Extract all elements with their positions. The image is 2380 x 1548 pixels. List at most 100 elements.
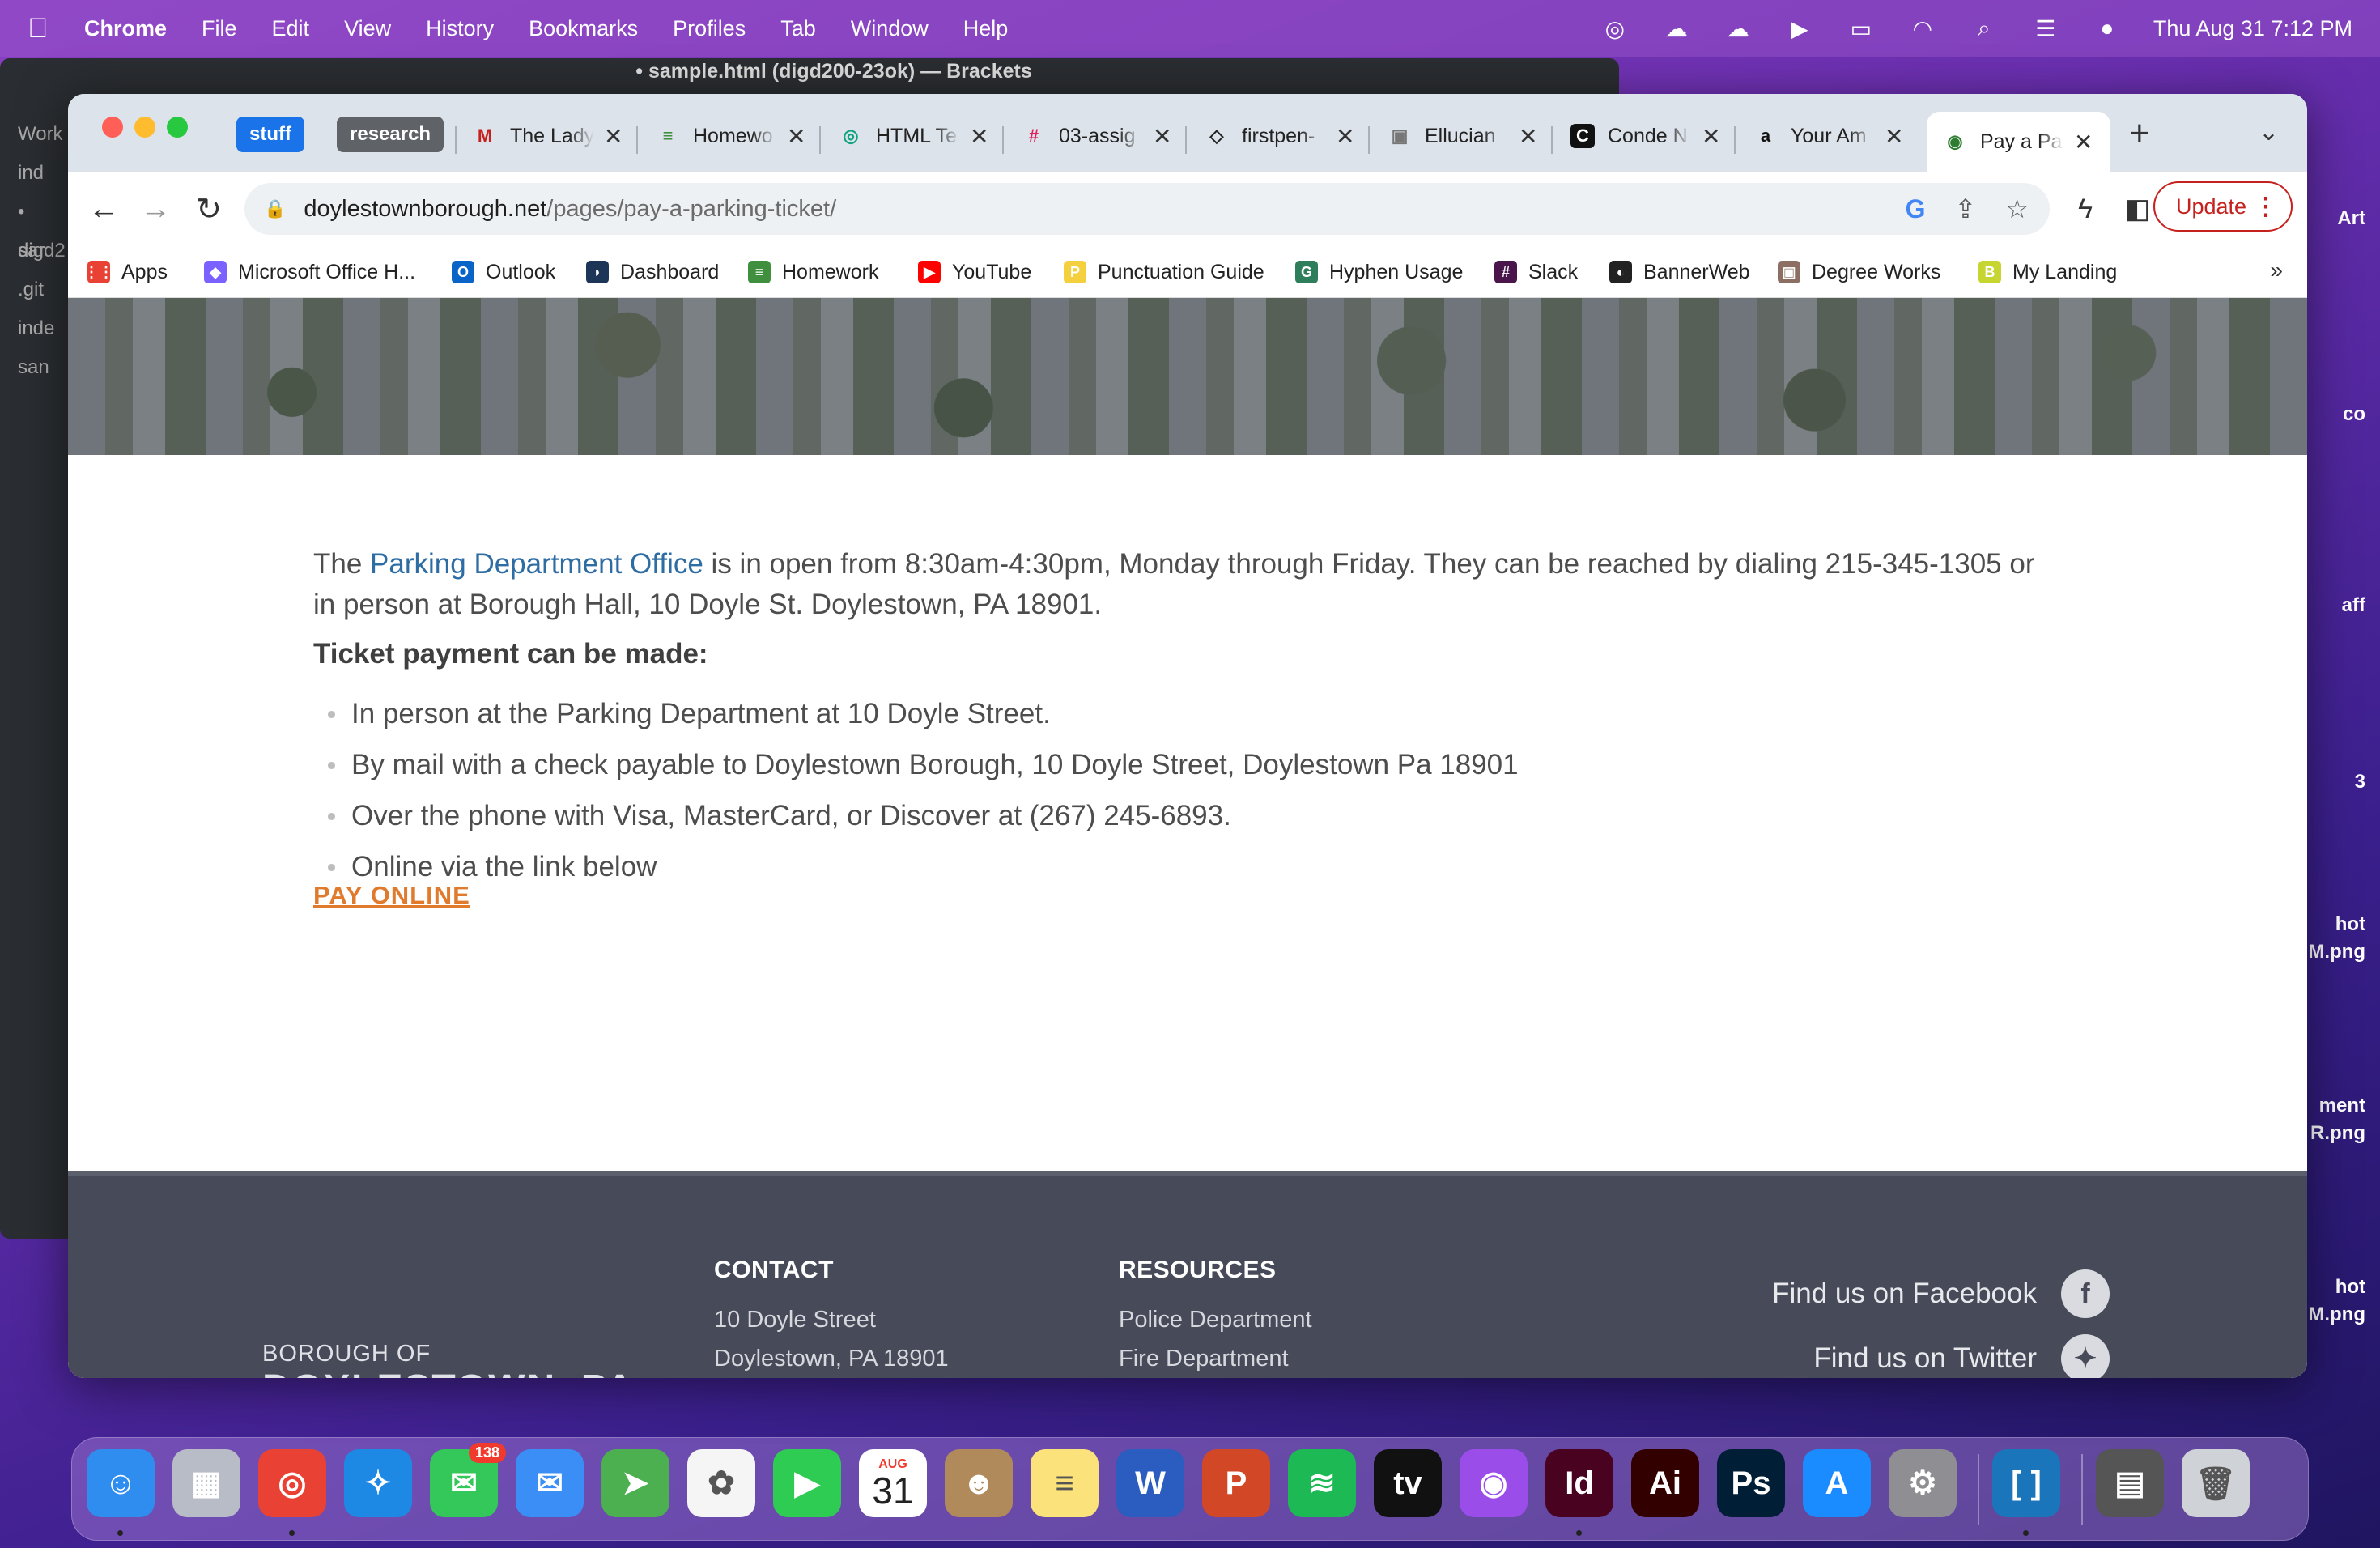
sidebar-item[interactable]: • sar (0, 193, 73, 262)
bookmark-4[interactable]: ≡ Homework (748, 257, 878, 287)
photos-icon[interactable]: ✿ (687, 1449, 755, 1517)
tab-group-stuff[interactable]: stuff (236, 117, 304, 152)
powerpoint-icon[interactable]: P (1202, 1449, 1270, 1517)
bookmark-9[interactable]: ◐ BannerWeb (1609, 257, 1750, 287)
spotify-icon[interactable]: ≋ (1288, 1449, 1356, 1517)
wifi-icon[interactable]: ◠ (1907, 16, 1938, 41)
menu-file[interactable]: File (202, 16, 237, 41)
bookmark-7[interactable]: G Hyphen Usage (1295, 257, 1463, 287)
twitter-bird-icon[interactable]: ✦ (2061, 1334, 2110, 1378)
sidebar-item[interactable]: digd2 (0, 232, 73, 270)
menu-profiles[interactable]: Profiles (673, 16, 746, 41)
parking-department-link[interactable]: Parking Department Office (370, 548, 703, 580)
tab[interactable]: ◎ HTML Te ✕ (839, 112, 988, 160)
update-button[interactable]: Update ⋮ (2153, 181, 2293, 232)
messages-icon[interactable]: ✉ 138 (430, 1443, 506, 1517)
icloud-icon[interactable]: ☁ (1723, 16, 1753, 41)
police-department-link[interactable]: Police Department (1119, 1300, 1312, 1339)
tab[interactable]: ▣ Ellucian ✕ (1388, 112, 1538, 160)
desktop-label[interactable]: M.png (2308, 1303, 2365, 1326)
maps-icon[interactable]: ➤ (601, 1449, 669, 1517)
close-tab-icon[interactable]: ✕ (1519, 123, 1537, 150)
notes-icon[interactable]: ≡ (1031, 1449, 1099, 1517)
tab[interactable]: M The Lady ✕ (473, 112, 623, 160)
illustrator-icon[interactable]: Ai (1631, 1449, 1699, 1517)
tab[interactable]: ◇ firstpen- ✕ (1205, 112, 1355, 160)
menu-history[interactable]: History (426, 16, 494, 41)
facebook-link[interactable]: Find us on Facebook f (1772, 1268, 2110, 1320)
safari-icon[interactable]: ✧ (344, 1449, 412, 1517)
new-tab-icon[interactable]: + (2129, 113, 2150, 154)
desktop-label[interactable]: hot (2335, 1276, 2365, 1299)
creative-cloud-icon[interactable]: ☁ (1661, 16, 1692, 41)
minimize-window-button[interactable] (134, 117, 155, 138)
tab-active[interactable]: ◉ Pay a Pa ✕ (1927, 112, 2111, 172)
pay-online-link[interactable]: PAY ONLINE (313, 881, 470, 910)
side-panel-icon[interactable]: ◧ (2116, 188, 2158, 230)
sidebar-item[interactable]: .git (0, 270, 73, 309)
play-icon[interactable]: ▶ (1784, 16, 1815, 41)
extension-icon[interactable]: ϟ (2064, 188, 2106, 230)
trash-icon[interactable]: 🗑 (2182, 1449, 2250, 1517)
desktop-label[interactable]: hot (2335, 913, 2365, 936)
apple-menu-icon[interactable]:  (28, 13, 60, 45)
close-tab-icon[interactable]: ✕ (1336, 123, 1354, 150)
desktop-label[interactable]: R.png (2310, 1122, 2365, 1145)
facebook-icon[interactable]: f (2061, 1269, 2110, 1318)
bookmark-8[interactable]: # Slack (1494, 257, 1578, 287)
bookmark-star-icon[interactable]: ☆ (2005, 194, 2029, 224)
close-tab-icon[interactable]: ✕ (1702, 123, 1720, 150)
sidebar-item[interactable]: inde (0, 309, 73, 348)
menu-edit[interactable]: Edit (272, 16, 310, 41)
contacts-icon[interactable]: ☻ (945, 1449, 1013, 1517)
lock-icon[interactable]: 🔒 (264, 198, 286, 219)
close-tab-icon[interactable]: ✕ (1153, 123, 1171, 150)
downloads-stack-icon[interactable]: ▤ (2096, 1449, 2164, 1517)
photoshop-icon[interactable]: Ps (1717, 1449, 1785, 1517)
back-icon[interactable]: ← (84, 189, 123, 228)
indesign-icon[interactable]: Id (1545, 1449, 1613, 1517)
tab-search-chevron-icon[interactable]: ⌄ (2259, 118, 2279, 147)
menu-tab[interactable]: Tab (780, 16, 816, 41)
control-center-icon[interactable]: ☰ (2030, 16, 2061, 41)
menu-help[interactable]: Help (963, 16, 1009, 41)
finder-icon[interactable]: ☺ (87, 1449, 155, 1517)
word-icon[interactable]: W (1116, 1449, 1184, 1517)
google-lens-icon[interactable]: G (1906, 194, 1926, 224)
spotlight-search-icon[interactable]: ⌕ (1969, 15, 2000, 40)
bookmark-5[interactable]: ▶ YouTube (918, 257, 1031, 287)
menu-app-name[interactable]: Chrome (84, 16, 167, 41)
desktop-label[interactable]: aff (2342, 594, 2365, 617)
system-settings-icon[interactable]: ⚙ (1889, 1449, 1957, 1517)
share-icon[interactable]: ⇪ (1955, 194, 1977, 224)
mail-icon[interactable]: ✉ (516, 1449, 584, 1517)
bookmark-11[interactable]: B My Landing (1978, 257, 2117, 287)
battery-icon[interactable]: ▭ (1846, 16, 1876, 41)
tab[interactable]: a Your Am ✕ (1753, 112, 1904, 160)
close-tab-icon[interactable]: ✕ (787, 123, 805, 150)
zoom-window-button[interactable] (167, 117, 188, 138)
desktop-label[interactable]: M.png (2308, 941, 2365, 963)
footer-logo-line1[interactable]: BOROUGH OF (262, 1341, 431, 1367)
menu-bookmarks[interactable]: Bookmarks (529, 16, 638, 41)
footer-logo-line2[interactable]: DOYLESTOWN, PA (262, 1367, 635, 1378)
fire-department-link[interactable]: Fire Department (1119, 1339, 1312, 1378)
siri-icon[interactable]: ● (2092, 15, 2123, 40)
desktop-label[interactable]: Art (2337, 207, 2365, 230)
desktop-label[interactable]: co (2343, 403, 2365, 426)
tab-group-research[interactable]: research (337, 117, 444, 152)
tab[interactable]: ≡ Homewo ✕ (656, 112, 806, 160)
tab[interactable]: C Conde N ✕ (1570, 112, 1720, 160)
bookmarks-overflow-icon[interactable]: » (2270, 257, 2283, 283)
clock[interactable]: Thu Aug 31 7:12 PM (2153, 16, 2352, 41)
tv-icon[interactable]: tv (1374, 1449, 1442, 1517)
sidebar-item[interactable]: san (0, 348, 73, 387)
facetime-icon[interactable]: ▶ (773, 1449, 841, 1517)
bookmark-2[interactable]: O Outlook (452, 257, 555, 287)
tab[interactable]: # 03-assig ✕ (1022, 112, 1172, 160)
bookmark-0[interactable]: ⋮⋮ Apps (84, 257, 168, 287)
close-tab-icon[interactable]: ✕ (1885, 123, 1903, 150)
app-store-icon[interactable]: A (1803, 1449, 1871, 1517)
close-tab-icon[interactable]: ✕ (604, 123, 623, 150)
close-tab-icon[interactable]: ✕ (2074, 129, 2093, 155)
